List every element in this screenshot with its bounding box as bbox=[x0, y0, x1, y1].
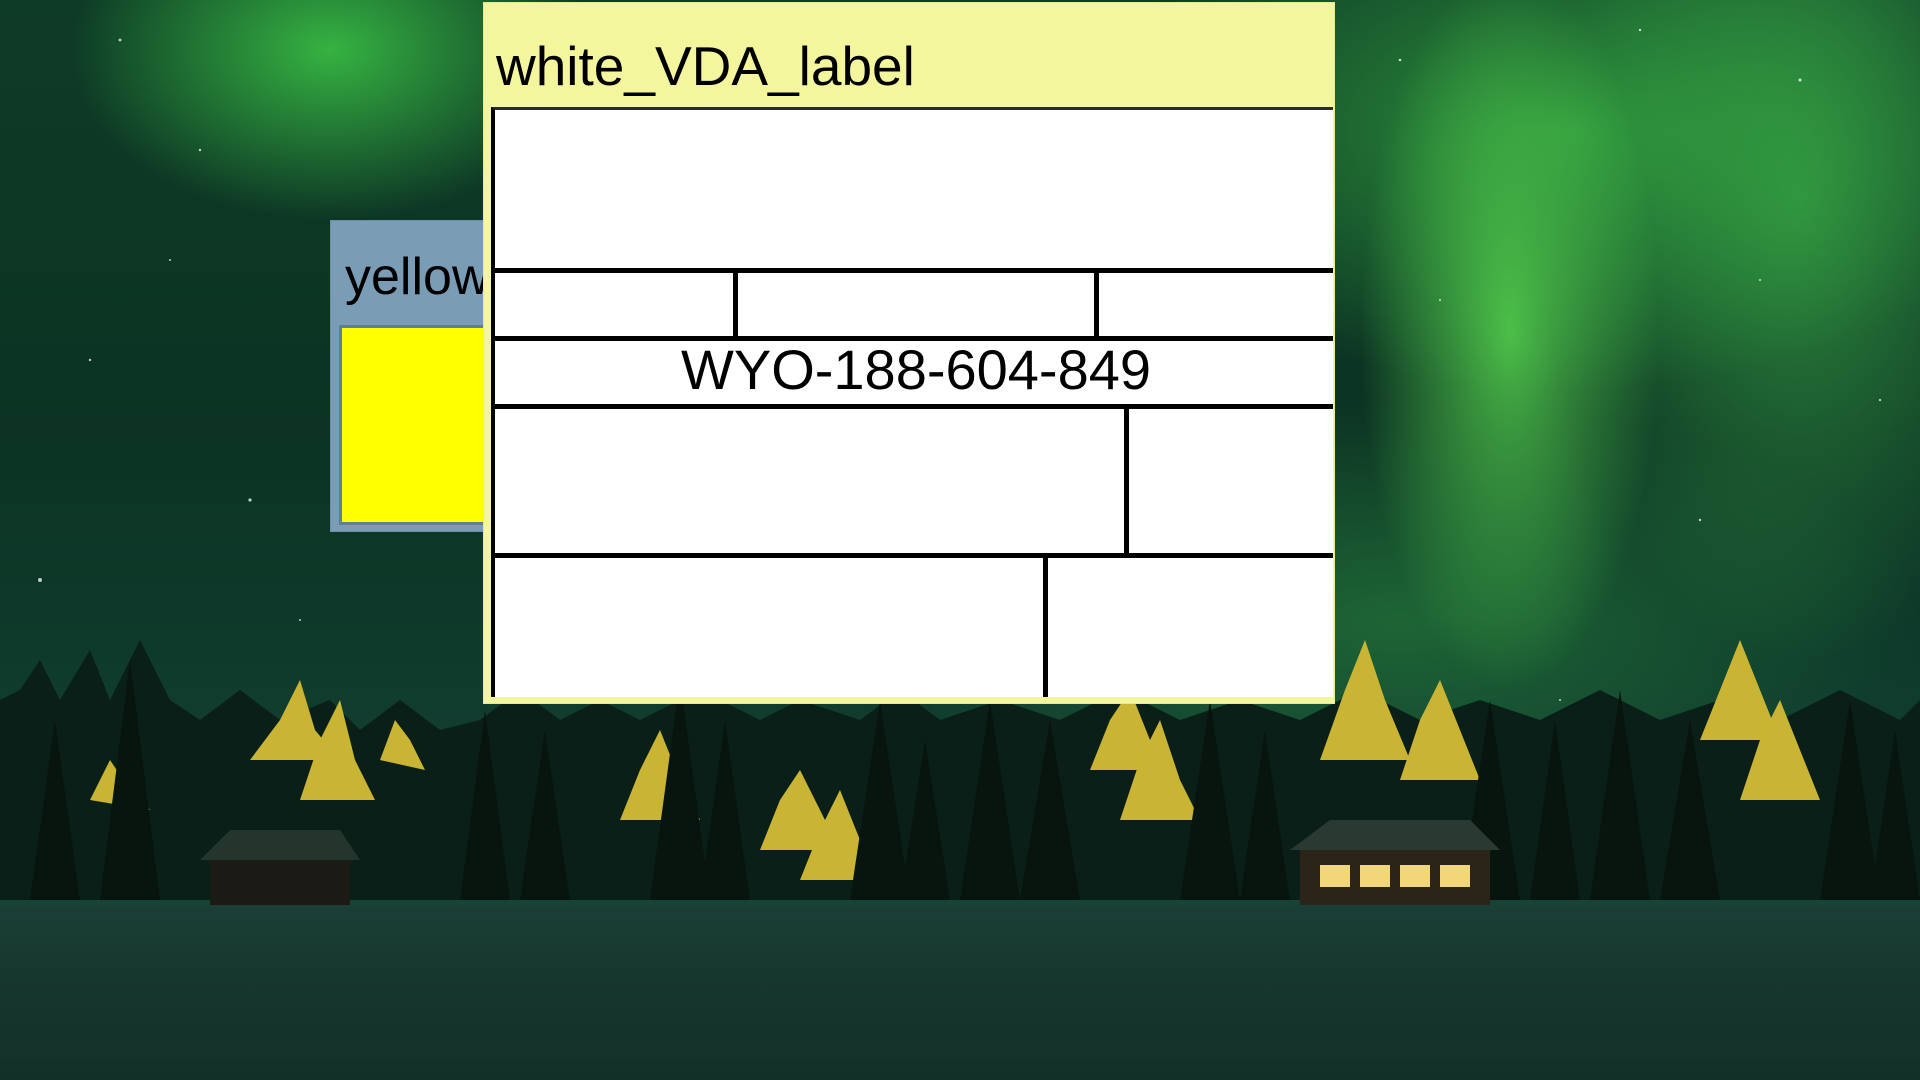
window-title: yellow bbox=[345, 248, 490, 306]
snow-field bbox=[0, 905, 1920, 1080]
label-divider bbox=[733, 268, 738, 338]
cabin-left bbox=[200, 830, 360, 905]
label-rule bbox=[495, 404, 1333, 409]
label-divider bbox=[1043, 553, 1048, 697]
label-divider bbox=[1094, 268, 1099, 338]
label-rule bbox=[495, 268, 1333, 273]
label-divider bbox=[1124, 404, 1129, 556]
desktop: yellow white_VDA_label WYO-188-604-849 bbox=[0, 0, 1920, 1080]
white-vda-label-window[interactable]: white_VDA_label WYO-188-604-849 bbox=[483, 2, 1335, 704]
label-rule bbox=[495, 553, 1333, 558]
tracking-number: WYO-188-604-849 bbox=[680, 338, 1151, 401]
vda-label: WYO-188-604-849 bbox=[491, 107, 1333, 697]
cabin bbox=[1290, 820, 1500, 910]
window-title: white_VDA_label bbox=[496, 35, 915, 97]
